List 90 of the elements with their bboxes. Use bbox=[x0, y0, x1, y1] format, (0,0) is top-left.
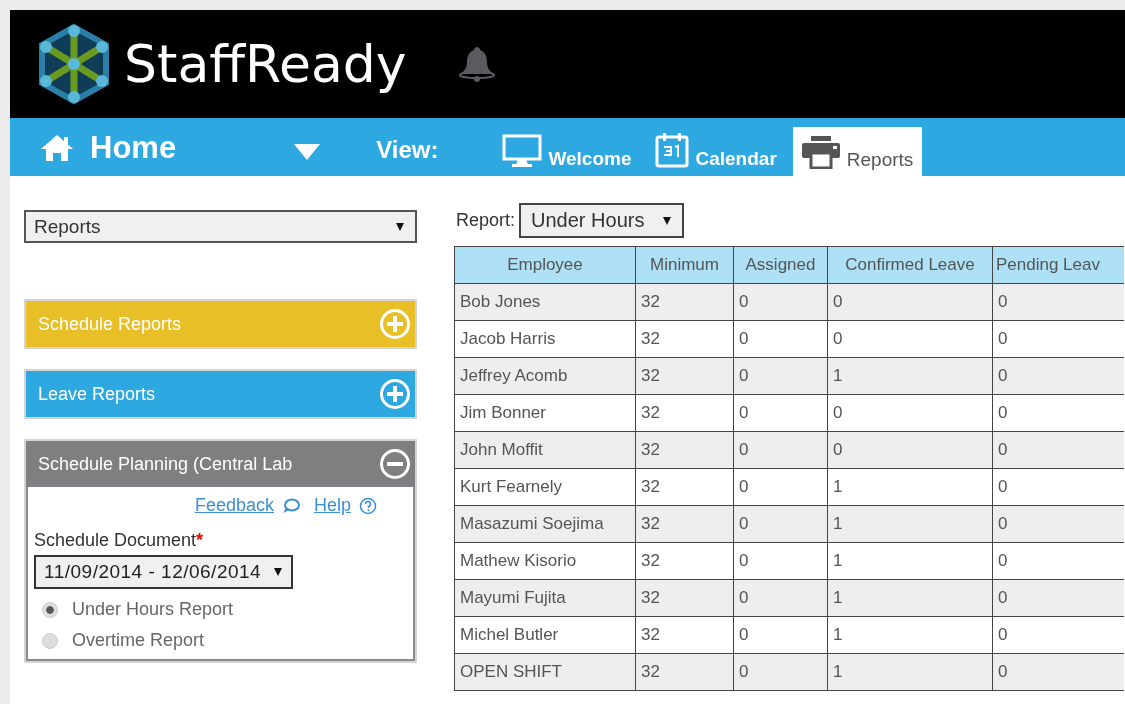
panel-header[interactable]: Schedule Reports bbox=[26, 301, 415, 347]
table-cell: 1 bbox=[827, 468, 993, 506]
table-cell: 0 bbox=[827, 283, 993, 321]
table-cell: 0 bbox=[733, 320, 828, 358]
table-cell: 0 bbox=[992, 357, 1124, 395]
table-cell: 0 bbox=[733, 431, 828, 469]
table-cell: 0 bbox=[733, 579, 828, 617]
help-link[interactable]: Help bbox=[313, 495, 351, 516]
table-cell: OPEN SHIFT bbox=[454, 653, 636, 691]
printer-icon bbox=[800, 135, 841, 169]
table-cell: 32 bbox=[635, 357, 734, 395]
table-cell: 0 bbox=[733, 505, 828, 543]
table-cell: 0 bbox=[992, 579, 1124, 617]
report-label: Report: bbox=[456, 210, 516, 231]
feedback-link[interactable]: Feedback bbox=[194, 495, 274, 516]
table-cell: 0 bbox=[733, 357, 828, 395]
view-tab[interactable]: Reports bbox=[792, 127, 923, 176]
radio-button[interactable] bbox=[42, 601, 58, 618]
table-cell: Mathew Kisorio bbox=[454, 542, 636, 580]
report-select[interactable]: Under Hours bbox=[519, 203, 685, 238]
caret-icon bbox=[395, 221, 405, 232]
table-cell: Kurt Fearnely bbox=[454, 468, 636, 506]
table-cell: 1 bbox=[827, 357, 993, 395]
home-icon bbox=[40, 134, 74, 162]
document-select[interactable]: 11/09/2014 - 12/06/2014 bbox=[34, 555, 294, 589]
table-cell: John Moffit bbox=[454, 431, 636, 469]
expand-icon[interactable] bbox=[379, 378, 411, 410]
column-header: Confirmed Leave bbox=[827, 246, 993, 284]
table-cell: 0 bbox=[992, 653, 1124, 691]
bell-icon[interactable] bbox=[456, 44, 497, 84]
table-cell: 32 bbox=[635, 283, 734, 321]
table-cell: 1 bbox=[827, 616, 993, 654]
hexagon-logo-icon bbox=[38, 23, 110, 105]
caret-icon bbox=[662, 215, 673, 226]
table-cell: 32 bbox=[635, 505, 734, 543]
table-cell: 1 bbox=[827, 653, 993, 691]
table-cell: 0 bbox=[733, 468, 828, 506]
panel-header[interactable]: Leave Reports bbox=[26, 371, 415, 417]
expand-icon[interactable] bbox=[379, 308, 411, 340]
column-header: Employee bbox=[454, 246, 636, 284]
table-cell: 0 bbox=[992, 431, 1124, 469]
table-cell: 1 bbox=[827, 579, 993, 617]
collapse-icon[interactable] bbox=[379, 448, 411, 480]
table-cell: 0 bbox=[827, 320, 993, 358]
monitor-icon bbox=[502, 134, 543, 168]
speech-bubble-icon bbox=[281, 497, 300, 514]
radio-label: Under Hours Report bbox=[72, 599, 234, 620]
view-tab[interactable]: Calendar bbox=[647, 127, 785, 176]
table-cell: 32 bbox=[635, 616, 734, 654]
help-icon bbox=[359, 496, 377, 515]
table-cell: 0 bbox=[733, 653, 828, 691]
table-cell: 0 bbox=[992, 505, 1124, 543]
field-label: Schedule Document* bbox=[34, 530, 205, 551]
table-cell: 1 bbox=[827, 505, 993, 543]
table-cell: 0 bbox=[733, 542, 828, 580]
radio-button[interactable] bbox=[42, 632, 58, 649]
table-cell: 32 bbox=[635, 653, 734, 691]
home-button[interactable]: Home bbox=[40, 130, 177, 166]
table-cell: 0 bbox=[733, 394, 828, 432]
table-cell: 1 bbox=[827, 542, 993, 580]
table-cell: 32 bbox=[635, 579, 734, 617]
column-header: Assigned bbox=[733, 246, 828, 284]
table-cell: Michel Butler bbox=[454, 616, 636, 654]
table-cell: Bob Jones bbox=[454, 283, 636, 321]
table-cell: 32 bbox=[635, 431, 734, 469]
table-cell: 32 bbox=[635, 542, 734, 580]
table-cell: 32 bbox=[635, 394, 734, 432]
table-cell: Mayumi Fujita bbox=[454, 579, 636, 617]
radio-label: Overtime Report bbox=[72, 630, 205, 651]
table-cell: Jim Bonner bbox=[454, 394, 636, 432]
table-cell: 0 bbox=[827, 431, 993, 469]
report-type-select[interactable]: Reports bbox=[24, 210, 417, 243]
table-cell: Jeffrey Acomb bbox=[454, 357, 636, 395]
view-label: View: bbox=[376, 136, 439, 164]
view-tab[interactable]: Welcome bbox=[494, 127, 640, 176]
logo-text: StaffReady bbox=[124, 34, 407, 94]
panel-header[interactable]: Schedule Planning (Central Lab bbox=[26, 441, 415, 487]
caret-icon bbox=[273, 567, 284, 577]
table-cell: 0 bbox=[733, 616, 828, 654]
table-cell: 32 bbox=[635, 468, 734, 506]
table-cell: 0 bbox=[733, 283, 828, 321]
column-header: Minimum bbox=[635, 246, 734, 284]
dropdown-caret-icon[interactable] bbox=[294, 144, 321, 160]
column-header: Pending Leav bbox=[992, 246, 1124, 284]
table-cell: Masazumi Soejima bbox=[454, 505, 636, 543]
table-cell: 0 bbox=[827, 394, 993, 432]
calendar-icon bbox=[655, 132, 690, 168]
table-cell: 32 bbox=[635, 320, 734, 358]
table-cell: 0 bbox=[992, 283, 1124, 321]
table-cell: Jacob Harris bbox=[454, 320, 636, 358]
